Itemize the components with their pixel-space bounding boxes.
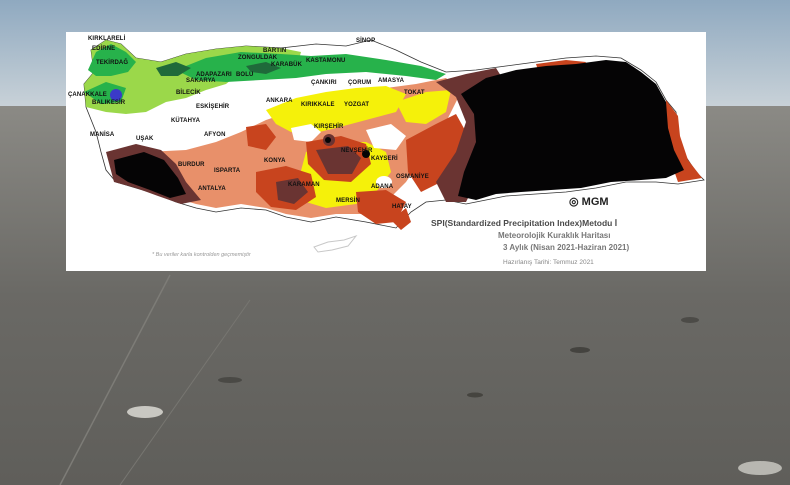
city-label: KIRKLARELİ <box>88 36 126 42</box>
legend-title: SPI(Standardized Precipitation Index)Met… <box>431 218 618 228</box>
legend-period: 3 Aylık (Nisan 2021-Haziran 2021) <box>503 243 630 252</box>
city-label: BALIKESİR <box>92 100 126 106</box>
city-label: BOLU <box>236 72 254 78</box>
city-label: NEVŞEHİR <box>341 148 373 154</box>
city-label: ANTALYA <box>198 186 226 192</box>
city-label: TEKİRDAĞ <box>96 60 129 66</box>
city-label: BURDUR <box>178 162 205 168</box>
city-label: KIRIKKALE <box>301 102 335 108</box>
city-label: ESKİŞEHİR <box>196 104 230 110</box>
city-label: ÇANAKKALE <box>68 92 107 98</box>
city-label: ADAPAZARI <box>196 72 232 78</box>
city-label: AMASYA <box>378 78 405 84</box>
legend-date: Hazırlanış Tarihi: Temmuz 2021 <box>503 259 594 266</box>
extreme-drought-east <box>458 60 684 200</box>
map-footnote: * Bu veriler karla kontrolden geçmemişti… <box>152 252 251 258</box>
cyprus-outline <box>313 234 358 253</box>
city-label: ÇORUM <box>348 80 372 86</box>
city-label: AFYON <box>204 132 226 138</box>
city-label: SAKARYA <box>186 78 216 84</box>
city-label: YOZGAT <box>344 102 370 108</box>
city-label: EDİRNE <box>92 46 116 52</box>
city-label: ÇANKIRI <box>311 80 337 86</box>
city-label: BİLECİK <box>176 90 201 96</box>
city-label: OSMANİYE <box>396 174 429 180</box>
city-label: KARAMAN <box>288 182 320 188</box>
city-label: UŞAK <box>136 136 154 142</box>
city-label: TOKAT <box>404 90 425 96</box>
city-label: MERSİN <box>336 198 360 204</box>
drought-map-panel: KIRKLARELİ EDİRNE TEKİRDAĞ ÇANAKKALE BAL… <box>66 32 706 271</box>
city-label: KARABÜK <box>271 62 303 68</box>
city-label: KAYSERİ <box>371 156 398 162</box>
city-label: ISPARTA <box>214 168 241 174</box>
city-label: SİNOP <box>356 38 376 44</box>
city-label: KASTAMONU <box>306 58 346 64</box>
mgm-logo: ◎ MGM <box>569 196 609 208</box>
city-label: KONYA <box>264 158 286 164</box>
city-label: BARTIN <box>263 48 287 54</box>
legend-subtitle: Meteorolojik Kuraklık Haritası <box>498 231 611 240</box>
city-label: ZONGULDAK <box>238 55 278 61</box>
city-label: ADANA <box>371 184 394 190</box>
city-label: KIRŞEHİR <box>314 124 344 130</box>
logo-text: MGM <box>581 196 609 208</box>
city-label: ANKARA <box>266 98 293 104</box>
city-label: MANİSA <box>90 132 115 138</box>
city-label: HATAY <box>392 204 412 210</box>
city-label: KÜTAHYA <box>171 118 201 124</box>
